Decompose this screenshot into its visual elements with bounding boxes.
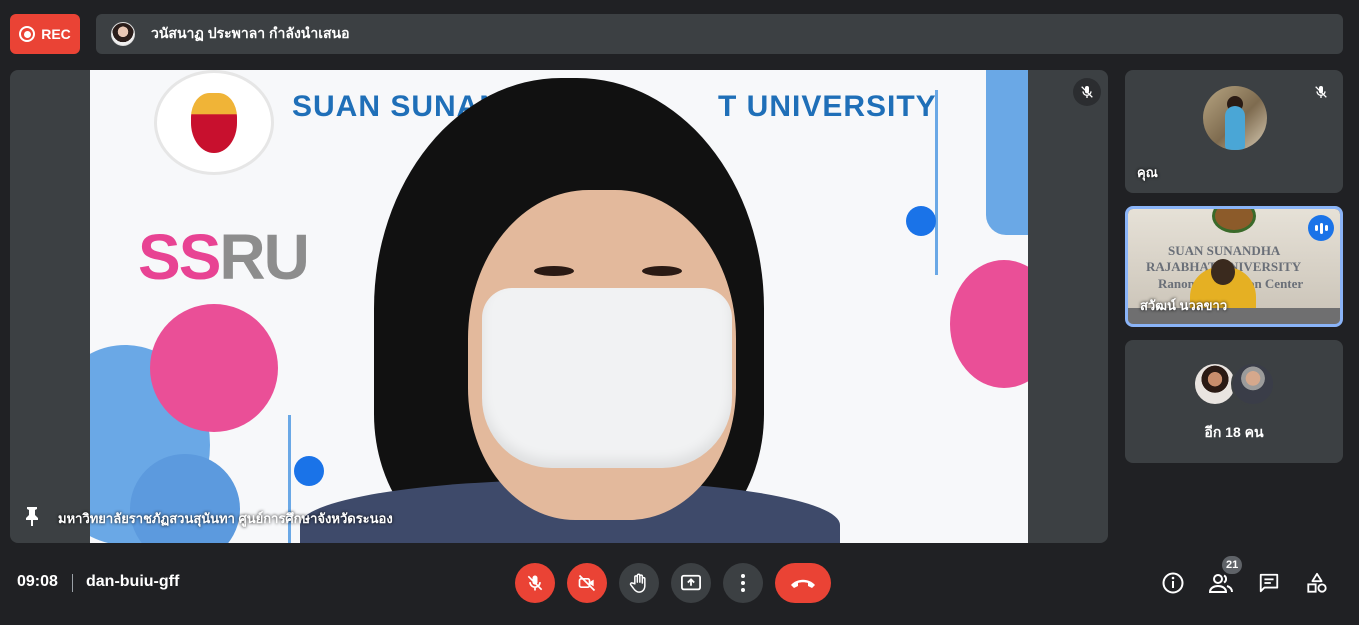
participant-name: คุณ [1137, 165, 1158, 180]
main-video-tile[interactable]: SUAN SUNAN T UNIVERSITY SSRU มหาวิทยาลัย… [10, 70, 1108, 543]
presenter-avatar [111, 22, 135, 46]
more-options-button[interactable] [723, 563, 763, 603]
participant-tile-speaker[interactable]: SUAN SUNANDHA RAJABHAT UNIVERSITY Ranong… [1125, 206, 1343, 327]
chat-icon [1259, 573, 1279, 593]
camera-toggle-button[interactable] [567, 563, 607, 603]
mic-toggle-button[interactable] [515, 563, 555, 603]
mic-off-icon [1073, 78, 1101, 106]
decor-circle [950, 260, 1028, 388]
present-icon [681, 574, 701, 591]
mic-off-icon [1307, 78, 1335, 106]
present-screen-button[interactable] [671, 563, 711, 603]
recording-label: REC [41, 26, 71, 42]
ssru-logo: SSRU [138, 221, 310, 293]
main-participant-name: มหาวิทยาลัยราชภัฏสวนสุนันทา ศูนย์การศึกษ… [58, 511, 393, 526]
camera-off-icon [578, 574, 596, 592]
chat-button[interactable] [1256, 570, 1282, 596]
participant-tile-others[interactable]: อีก 18 คน [1125, 340, 1343, 463]
meeting-code: dan-buiu-gff [86, 573, 180, 590]
more-vert-icon [741, 574, 745, 592]
speaking-indicator-icon [1308, 215, 1334, 241]
face-mask [482, 288, 732, 468]
participant-tile-you[interactable]: คุณ [1125, 70, 1343, 193]
decor-line [935, 90, 938, 275]
presenter-eye [534, 266, 574, 276]
activities-button[interactable] [1304, 570, 1330, 596]
divider [72, 574, 73, 592]
presenting-banner[interactable]: วนัสนาฏ ประพาลา กำลังนำเสนอ [96, 14, 1343, 54]
decor-circle [150, 304, 278, 432]
hand-icon [629, 573, 646, 593]
presenter-banner-text: วนัสนาฏ ประพาลา กำลังนำเสนอ [151, 25, 350, 41]
activities-icon [1307, 572, 1327, 593]
recording-indicator[interactable]: REC [10, 14, 80, 54]
participant-name: สวัฒน์ นวลขาว [1140, 298, 1228, 313]
decor-rect [986, 70, 1028, 235]
decor-circle [294, 456, 324, 486]
info-icon [1162, 572, 1184, 594]
university-seal [154, 70, 274, 175]
people-count-badge: 21 [1222, 556, 1243, 574]
backdrop-text-right: T UNIVERSITY [718, 90, 937, 123]
raise-hand-button[interactable] [619, 563, 659, 603]
avatar [1203, 86, 1267, 150]
mic-off-icon [527, 575, 543, 591]
main-video-feed: SUAN SUNAN T UNIVERSITY SSRU [90, 70, 1028, 543]
meeting-details-button[interactable] [1160, 570, 1186, 596]
hang-up-icon [791, 579, 815, 588]
leave-call-button[interactable] [775, 563, 831, 603]
record-icon [19, 26, 36, 42]
presenter-eye [642, 266, 682, 276]
meeting-time: 09:08 [17, 573, 58, 590]
pin-icon[interactable] [24, 506, 40, 531]
avatar [1231, 362, 1275, 406]
decor-circle [906, 206, 936, 236]
more-participants-label: อีก 18 คน [1204, 424, 1264, 440]
people-icon [1208, 574, 1233, 593]
